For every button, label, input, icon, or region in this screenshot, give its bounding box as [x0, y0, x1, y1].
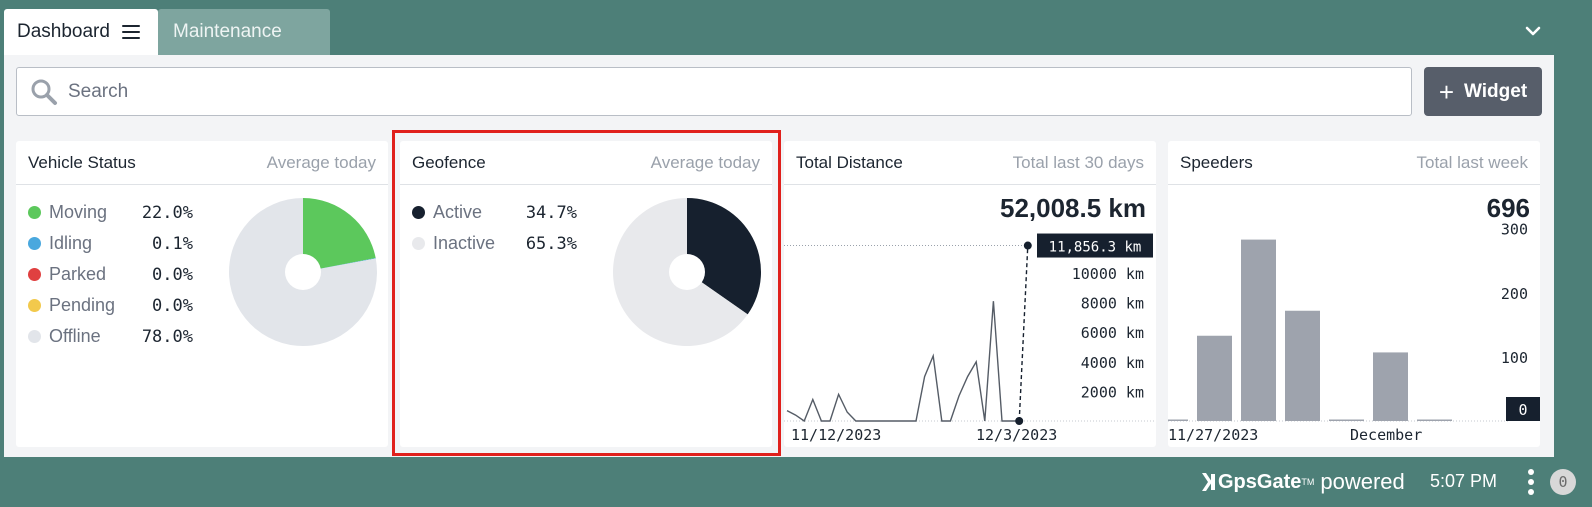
y-tick-label: 100 — [1501, 349, 1528, 367]
pie-center — [285, 254, 321, 290]
legend-item-idling: Idling 0.1% — [28, 228, 193, 259]
y-tick-label: 8000 km — [1081, 295, 1144, 313]
value-callout: 11,856.3 km — [1049, 240, 1142, 256]
legend-dot — [412, 237, 425, 250]
legend-label: Parked — [49, 264, 107, 284]
x-tick-label: 12/3/2023 — [976, 426, 1057, 444]
card-subtitle: Average today — [650, 152, 760, 172]
legend-item-pending: Pending 0.0% — [28, 290, 193, 321]
clock: 5:07 PM — [1430, 471, 1498, 491]
add-widget-button[interactable]: + Widget — [1424, 67, 1542, 116]
y-tick-label: 6000 km — [1081, 324, 1144, 342]
legend-item-active: Active 34.7% — [412, 197, 577, 228]
powered-label: powered — [1320, 469, 1405, 494]
notification-badge[interactable]: 0 — [1550, 469, 1576, 495]
legend-label: Moving — [49, 202, 108, 222]
data-point[interactable] — [1015, 417, 1024, 425]
legend-dot — [28, 299, 41, 312]
vehicle-status-card[interactable]: Vehicle Status Average today Moving 22.0%… — [16, 141, 388, 447]
legend-item-offline: Offline 78.0% — [28, 321, 193, 352]
highlighted-data-point[interactable] — [1023, 241, 1032, 250]
legend-value: 34.7% — [525, 202, 577, 223]
plus-icon: + — [1438, 76, 1455, 107]
add-widget-label: Widget — [1464, 80, 1528, 102]
legend-label: Active — [433, 202, 483, 222]
legend-value: 78.0% — [141, 326, 193, 347]
legend-value: 0.0% — [152, 295, 193, 316]
bar[interactable] — [1168, 419, 1188, 422]
legend-item-inactive: Inactive 65.3% — [412, 228, 577, 259]
geofence-pie-chart — [613, 198, 761, 346]
legend-value: 0.1% — [152, 233, 193, 254]
search-bar[interactable] — [16, 67, 1412, 116]
gpsgate-logo: GpsGate TM powered — [1200, 469, 1405, 495]
tab-maintenance-label: Maintenance — [173, 21, 282, 42]
brand-name: GpsGate — [1218, 470, 1302, 493]
bar[interactable] — [1285, 310, 1320, 421]
search-input[interactable] — [68, 80, 1368, 103]
bar[interactable] — [1329, 419, 1364, 422]
legend-label: Inactive — [433, 233, 496, 253]
card-subtitle: Average today — [266, 152, 376, 172]
tab-dashboard-label: Dashboard — [17, 21, 110, 42]
legend-item-moving: Moving 22.0% — [28, 197, 193, 228]
y-tick-label: 200 — [1501, 285, 1528, 303]
more-options-icon[interactable] — [1527, 469, 1535, 495]
legend-dot — [28, 237, 41, 250]
bar[interactable] — [1197, 335, 1232, 421]
speeders-bar-chart: 100200300011/27/2023 December — [1168, 221, 1540, 444]
tab-bar: Dashboard Maintenance — [0, 0, 1592, 55]
hamburger-menu-icon[interactable] — [121, 25, 140, 39]
legend-value: 0.0% — [152, 264, 193, 285]
legend-value: 65.3% — [525, 233, 577, 254]
highlight-dashed-line — [1018, 245, 1029, 422]
bar[interactable] — [1417, 419, 1452, 422]
card-header: Vehicle Status Average today — [16, 141, 388, 185]
footer: GpsGate TM powered 5:07 PM 0 — [0, 457, 1592, 507]
y-tick-label: 2000 km — [1081, 383, 1144, 401]
legend-label: Idling — [49, 233, 93, 253]
legend-dot — [28, 330, 41, 343]
card-title: Vehicle Status — [28, 152, 136, 172]
legend-dot — [28, 268, 41, 281]
vehicle-status-legend: Moving 22.0% Idling 0.1% Parked 0.0% Pending 0.… — [28, 197, 193, 352]
bar[interactable] — [1241, 239, 1276, 421]
legend-item-parked: Parked 0.0% — [28, 259, 193, 290]
gpsgate-logo-icon — [1202, 473, 1215, 491]
brand-trademark: TM — [1301, 477, 1315, 487]
legend-label: Offline — [49, 326, 101, 346]
x-tick-label: 11/12/2023 — [791, 426, 881, 444]
dashboard-panel: + Widget Vehicle Status Average today Mo… — [4, 55, 1554, 457]
x-tick-label: December — [1350, 426, 1422, 444]
speeders-card[interactable]: Speeders Total last week 100 200 300 0 11/27… — [1168, 141, 1540, 447]
series-line — [786, 301, 1020, 423]
card-title: Geofence — [412, 152, 486, 172]
x-tick-label: 11/27/2023 — [1168, 426, 1258, 444]
tab-dashboard[interactable]: Dashboard — [4, 9, 158, 55]
vehicle-status-pie-chart — [229, 198, 377, 346]
speeders-value: 696 — [1486, 193, 1530, 223]
card-header: Geofence Average today — [400, 141, 772, 185]
legend-dot — [412, 206, 425, 219]
legend-label: Pending — [49, 295, 116, 315]
total-distance-card[interactable]: Total Distance Total last 30 days 52,008… — [784, 141, 1156, 447]
total-distance-line-chart: 2000 km 4000 km 6000 km 8000 km 10000 km 11,8… — [784, 233, 1156, 444]
search-icon — [31, 79, 57, 105]
y-tick-label: 4000 km — [1081, 354, 1144, 372]
tab-maintenance[interactable]: Maintenance — [158, 9, 330, 55]
legend-value: 22.0% — [141, 202, 193, 223]
chevron-down-icon[interactable] — [1524, 22, 1542, 40]
geofence-card[interactable]: Geofence Average today Active 34.7% Inacti… — [400, 141, 772, 447]
last-value-label: 0 — [1518, 401, 1527, 419]
pie-center — [669, 254, 705, 290]
bar[interactable] — [1373, 352, 1408, 421]
geofence-legend: Active 34.7% Inactive 65.3% — [412, 197, 577, 259]
legend-dot — [28, 206, 41, 219]
y-tick-label: 10000 km — [1072, 265, 1144, 283]
